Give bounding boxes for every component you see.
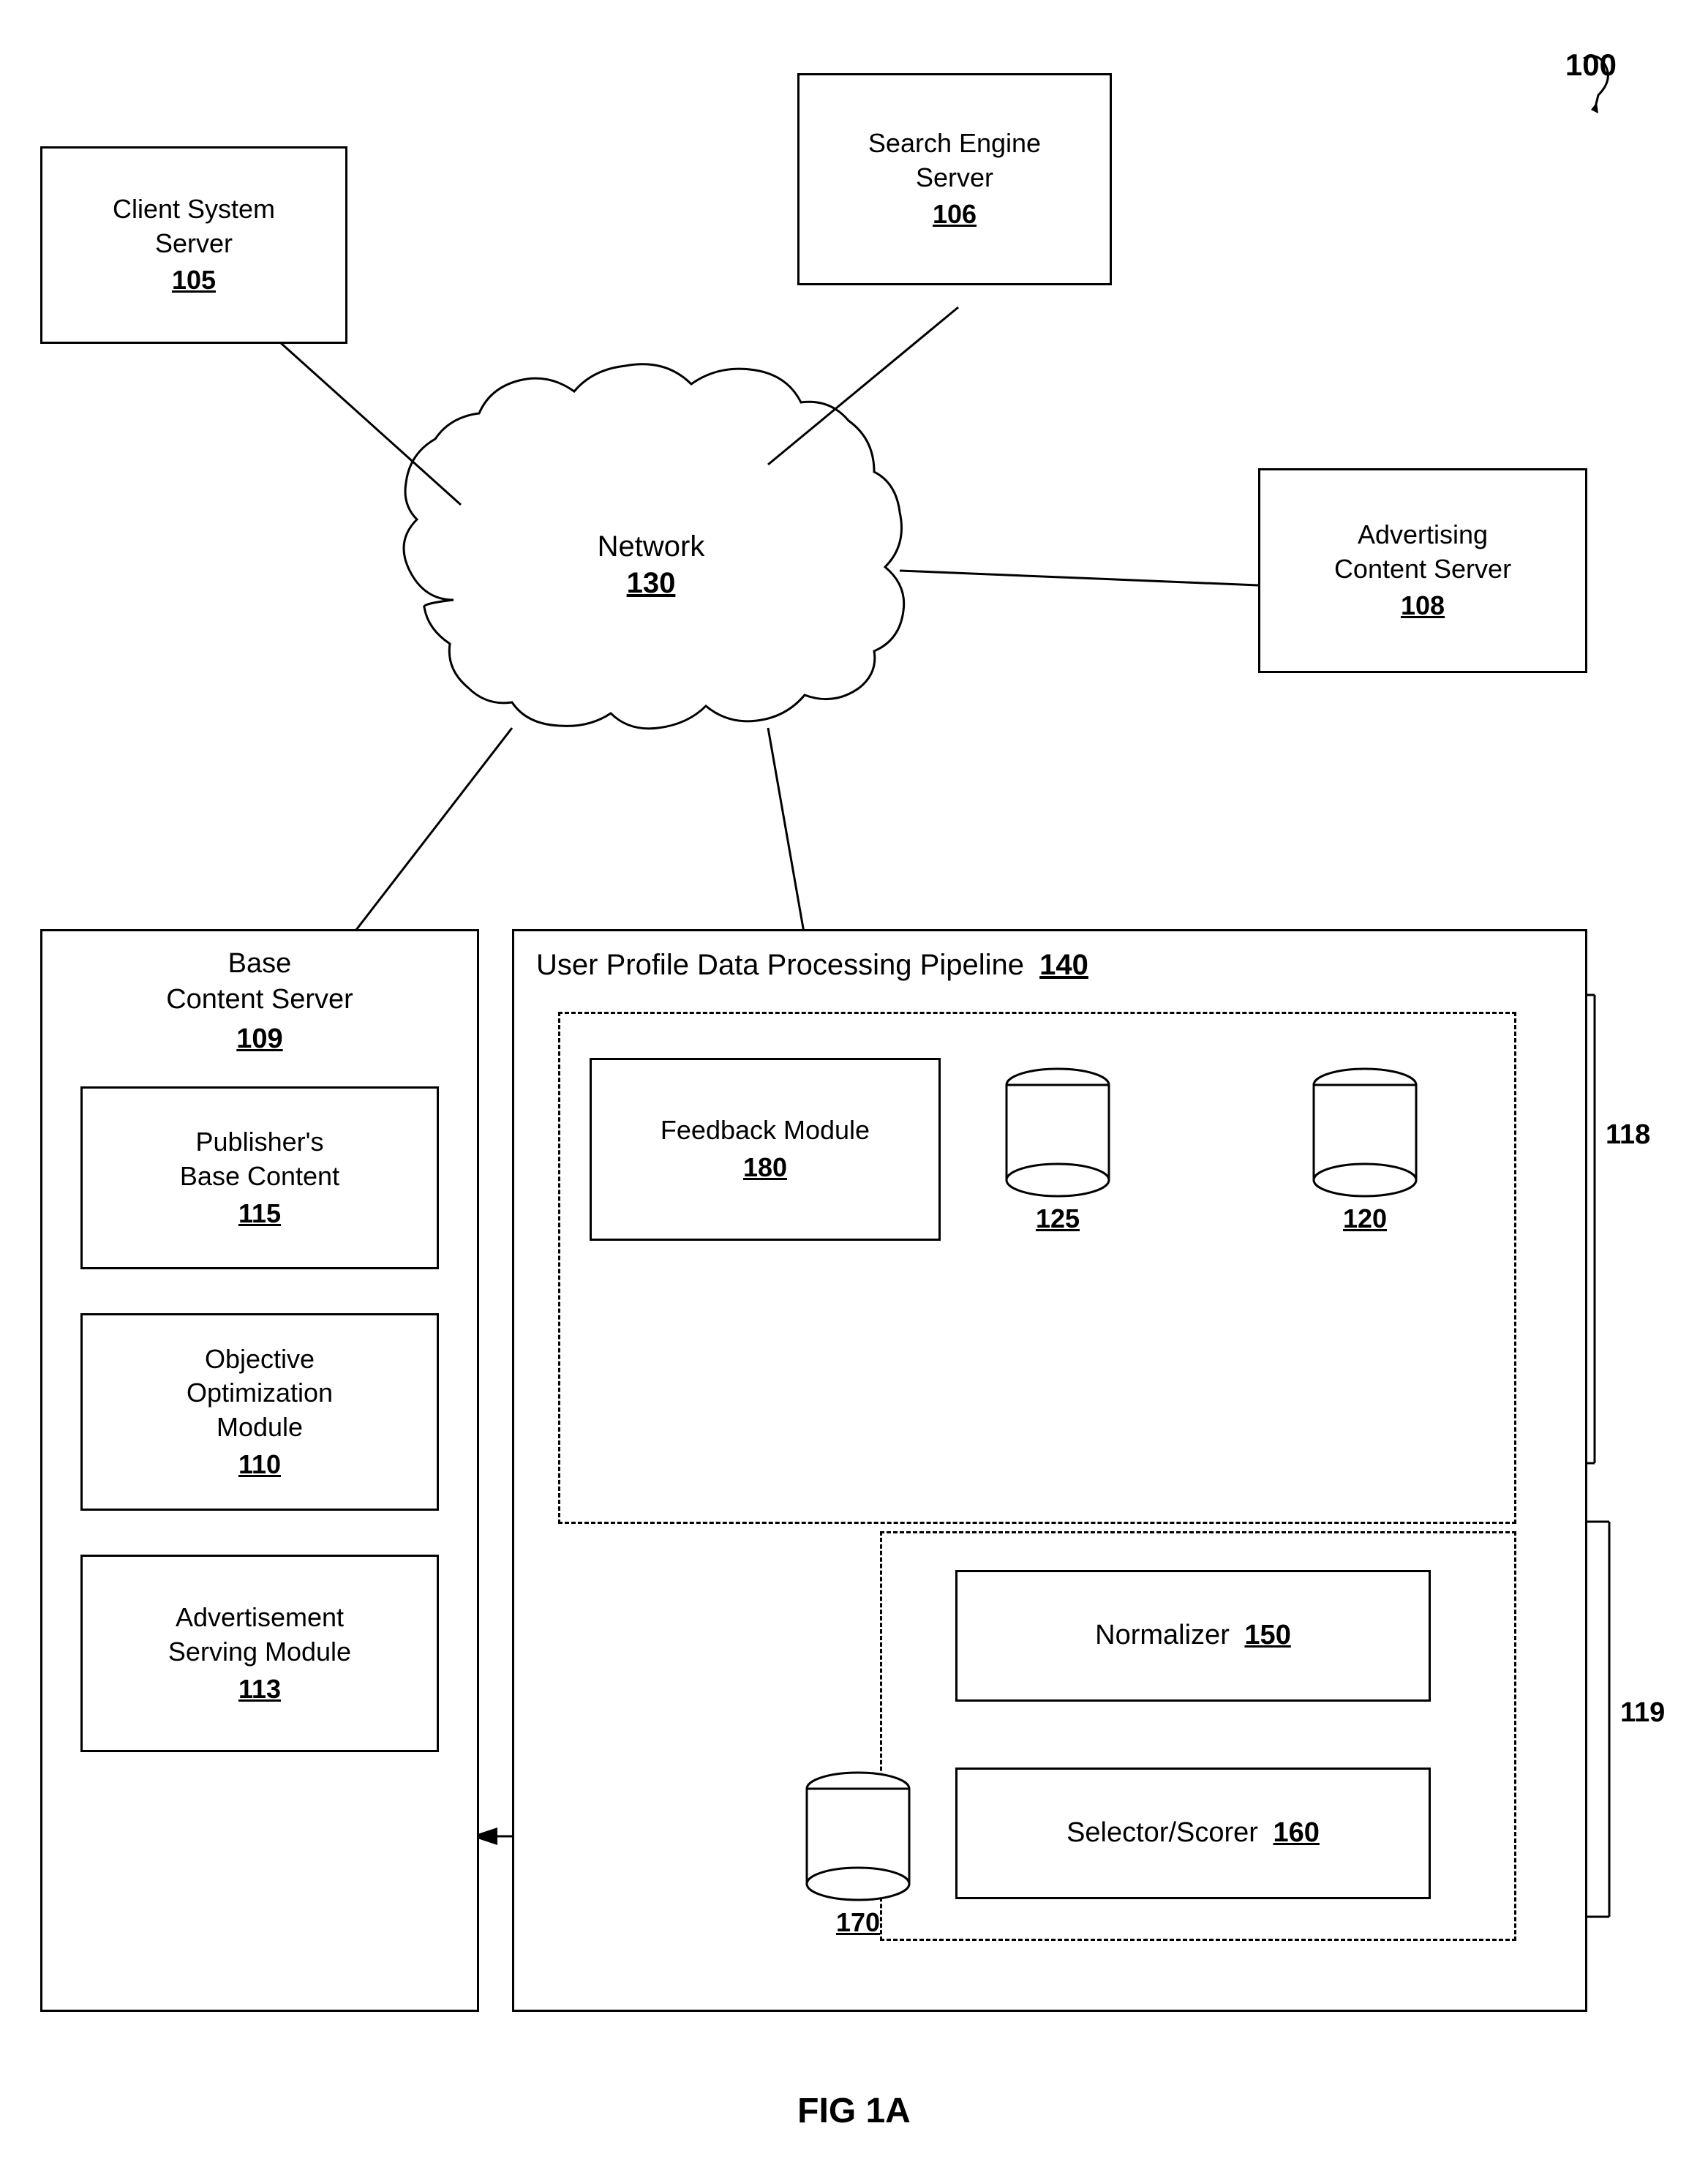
dashed-box-119: Normalizer 150 Selector/Scorer 160 <box>880 1531 1516 1941</box>
db-120: 120 <box>1306 1054 1423 1244</box>
figure-label: FIG 1A <box>797 2091 911 2131</box>
advertisement-serving-id: 113 <box>238 1672 281 1707</box>
objective-optimization-box: Objective Optimization Module 110 <box>80 1313 439 1511</box>
feedback-module-box: Feedback Module 180 <box>590 1058 941 1241</box>
svg-text:Network: Network <box>598 530 706 563</box>
pipeline-title: User Profile Data Processing Pipeline 14… <box>514 931 1110 999</box>
client-system-server-box: Client System Server 105 <box>40 146 347 344</box>
base-content-server-outer-box: Base Content Server 109 Publisher's Base… <box>40 929 479 2012</box>
selector-scorer-label: Selector/Scorer 160 <box>1066 1815 1320 1851</box>
db-170-svg <box>800 1767 917 1913</box>
objective-optimization-label: Objective Optimization Module <box>187 1342 333 1445</box>
advertisement-serving-box: Advertisement Serving Module 113 <box>80 1555 439 1752</box>
db-120-label: 120 <box>1343 1202 1387 1236</box>
client-system-server-label: Client System Server <box>113 192 275 261</box>
db-170-label: 170 <box>836 1906 880 1940</box>
normalizer-label: Normalizer 150 <box>1095 1618 1291 1653</box>
db-125-label: 125 <box>1036 1202 1080 1236</box>
objective-optimization-id: 110 <box>238 1448 281 1482</box>
advertising-content-server-label: Advertising Content Server <box>1334 518 1511 587</box>
db-120-svg <box>1306 1063 1423 1209</box>
base-content-server-label: Base Content Server <box>166 948 353 1015</box>
search-engine-server-box: Search Engine Server 106 <box>797 73 1112 285</box>
figure-ref-100: 100 <box>1532 44 1620 124</box>
pipeline-outer-box: User Profile Data Processing Pipeline 14… <box>512 929 1587 2012</box>
publishers-base-content-label: Publisher's Base Content <box>180 1125 339 1194</box>
svg-text:130: 130 <box>627 567 676 599</box>
db-125: 125 <box>999 1054 1116 1244</box>
selector-scorer-box: Selector/Scorer 160 <box>955 1768 1431 1899</box>
diagram: Network 130 <box>0 0 1708 2175</box>
advertising-content-server-box: Advertising Content Server 108 <box>1258 468 1587 673</box>
ref-100-label: 100 <box>1565 48 1617 83</box>
db-170: 170 <box>800 1758 917 1948</box>
advertisement-serving-label: Advertisement Serving Module <box>168 1601 351 1669</box>
cloud-network: Network 130 <box>404 364 904 729</box>
ref-118: 118 <box>1606 1119 1650 1151</box>
dashed-box-118: Feedback Module 180 125 120 <box>558 1012 1516 1524</box>
advertising-content-server-id: 108 <box>1401 589 1445 623</box>
publishers-base-content-box: Publisher's Base Content 115 <box>80 1086 439 1269</box>
base-content-server-id: 109 <box>166 1021 353 1057</box>
normalizer-box: Normalizer 150 <box>955 1570 1431 1702</box>
feedback-module-id: 180 <box>743 1151 787 1185</box>
ref-119: 119 <box>1620 1697 1665 1729</box>
search-engine-server-label: Search Engine Server <box>868 127 1041 195</box>
client-system-server-id: 105 <box>172 263 216 298</box>
feedback-module-label: Feedback Module <box>661 1113 870 1148</box>
publishers-base-content-id: 115 <box>238 1197 281 1231</box>
db-125-svg <box>999 1063 1116 1209</box>
search-engine-server-id: 106 <box>933 198 977 232</box>
